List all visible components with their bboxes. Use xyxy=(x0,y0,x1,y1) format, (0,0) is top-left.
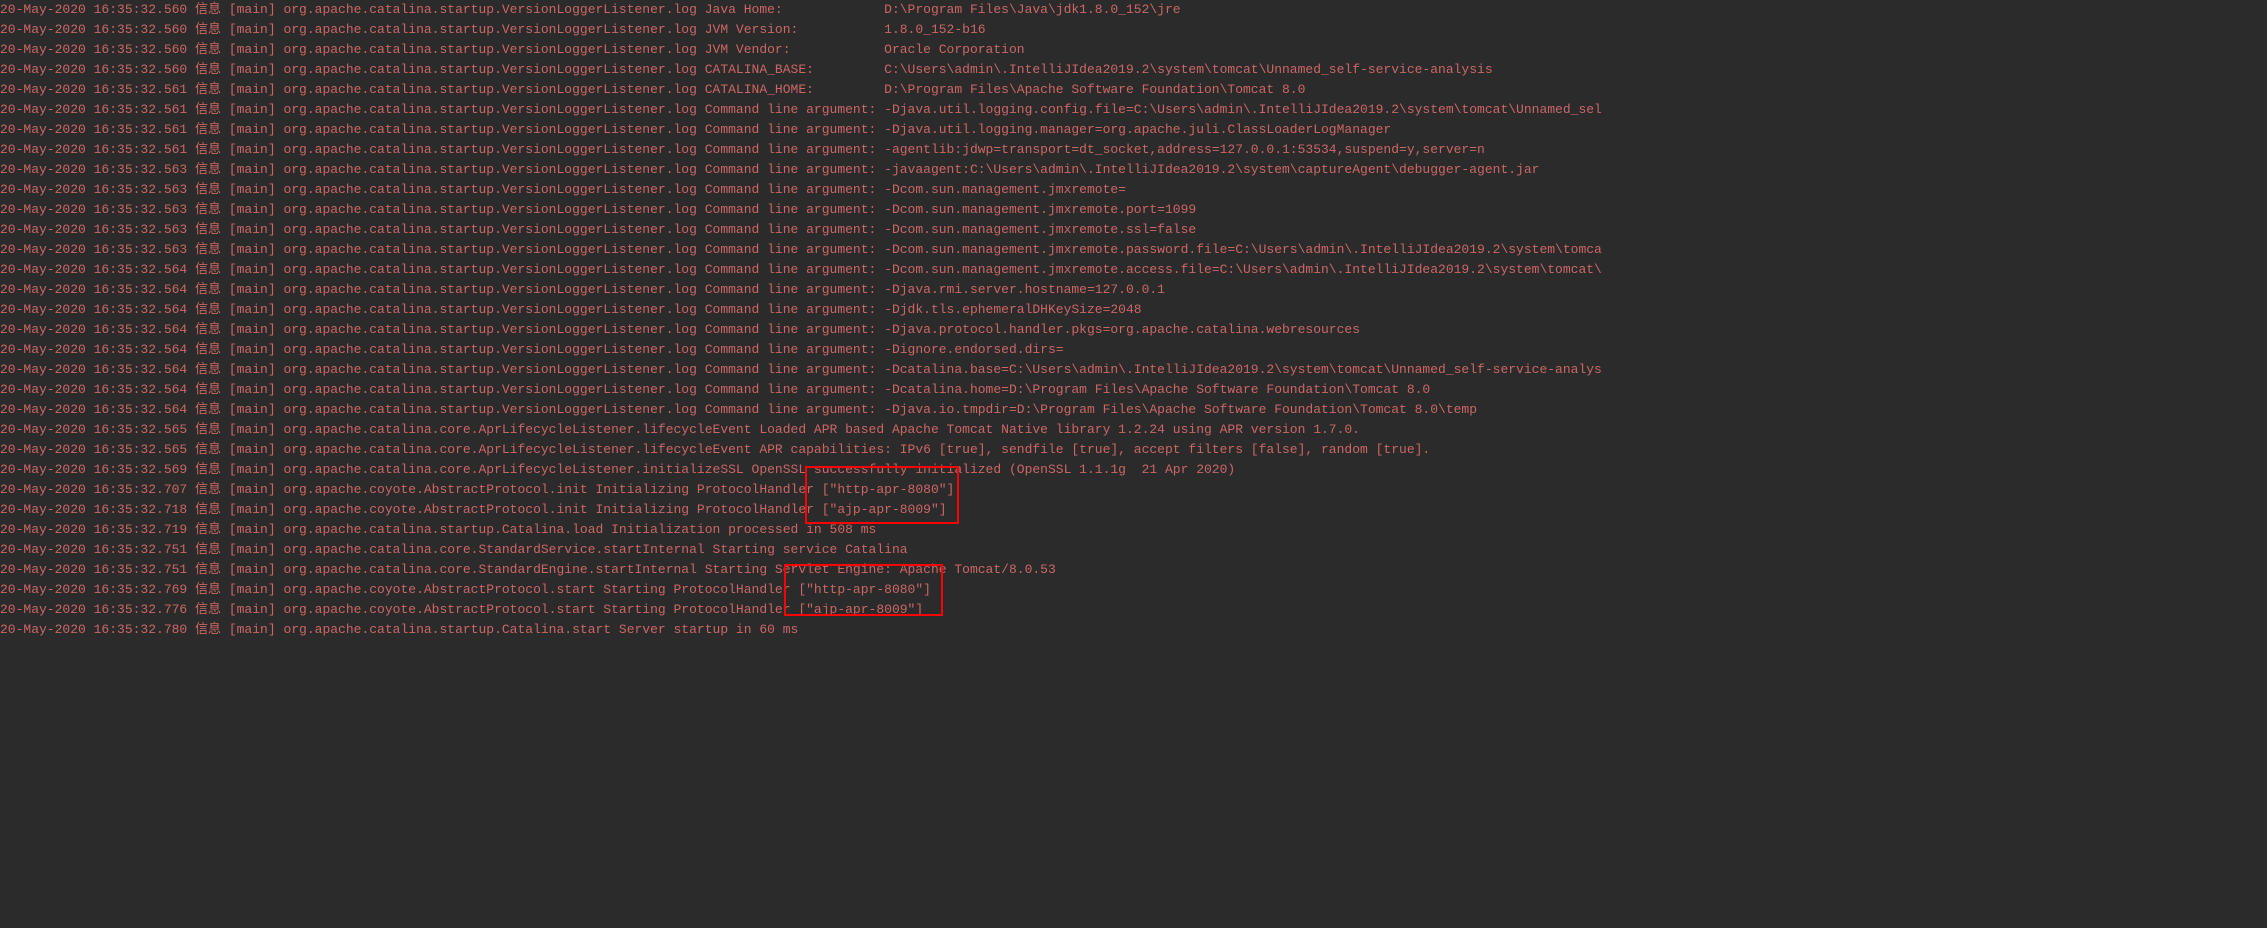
log-line[interactable]: 20-May-2020 16:35:32.561 信息 [main] org.a… xyxy=(0,140,2267,160)
log-line[interactable]: 20-May-2020 16:35:32.561 信息 [main] org.a… xyxy=(0,120,2267,140)
log-line[interactable]: 20-May-2020 16:35:32.565 信息 [main] org.a… xyxy=(0,420,2267,440)
log-line[interactable]: 20-May-2020 16:35:32.564 信息 [main] org.a… xyxy=(0,260,2267,280)
log-line[interactable]: 20-May-2020 16:35:32.780 信息 [main] org.a… xyxy=(0,620,2267,640)
log-line[interactable]: 20-May-2020 16:35:32.563 信息 [main] org.a… xyxy=(0,240,2267,260)
log-line[interactable]: 20-May-2020 16:35:32.564 信息 [main] org.a… xyxy=(0,340,2267,360)
log-line[interactable]: 20-May-2020 16:35:32.564 信息 [main] org.a… xyxy=(0,380,2267,400)
log-line[interactable]: 20-May-2020 16:35:32.718 信息 [main] org.a… xyxy=(0,500,2267,520)
log-line[interactable]: 20-May-2020 16:35:32.560 信息 [main] org.a… xyxy=(0,0,2267,20)
log-line[interactable]: 20-May-2020 16:35:32.563 信息 [main] org.a… xyxy=(0,200,2267,220)
log-line[interactable]: 20-May-2020 16:35:32.769 信息 [main] org.a… xyxy=(0,580,2267,600)
log-line[interactable]: 20-May-2020 16:35:32.569 信息 [main] org.a… xyxy=(0,460,2267,480)
log-line[interactable]: 20-May-2020 16:35:32.776 信息 [main] org.a… xyxy=(0,600,2267,620)
log-line[interactable]: 20-May-2020 16:35:32.560 信息 [main] org.a… xyxy=(0,20,2267,40)
log-line[interactable]: 20-May-2020 16:35:32.751 信息 [main] org.a… xyxy=(0,560,2267,580)
log-line[interactable]: 20-May-2020 16:35:32.563 信息 [main] org.a… xyxy=(0,220,2267,240)
log-line[interactable]: 20-May-2020 16:35:32.565 信息 [main] org.a… xyxy=(0,440,2267,460)
log-line[interactable]: 20-May-2020 16:35:32.751 信息 [main] org.a… xyxy=(0,540,2267,560)
log-line[interactable]: 20-May-2020 16:35:32.564 信息 [main] org.a… xyxy=(0,320,2267,340)
log-line[interactable]: 20-May-2020 16:35:32.564 信息 [main] org.a… xyxy=(0,400,2267,420)
log-line[interactable]: 20-May-2020 16:35:32.563 信息 [main] org.a… xyxy=(0,160,2267,180)
log-line[interactable]: 20-May-2020 16:35:32.560 信息 [main] org.a… xyxy=(0,60,2267,80)
log-output-panel[interactable]: 20-May-2020 16:35:32.560 信息 [main] org.a… xyxy=(0,0,2267,640)
log-line[interactable]: 20-May-2020 16:35:32.719 信息 [main] org.a… xyxy=(0,520,2267,540)
log-line[interactable]: 20-May-2020 16:35:32.561 信息 [main] org.a… xyxy=(0,80,2267,100)
log-line[interactable]: 20-May-2020 16:35:32.560 信息 [main] org.a… xyxy=(0,40,2267,60)
log-line[interactable]: 20-May-2020 16:35:32.564 信息 [main] org.a… xyxy=(0,300,2267,320)
log-line[interactable]: 20-May-2020 16:35:32.563 信息 [main] org.a… xyxy=(0,180,2267,200)
log-line[interactable]: 20-May-2020 16:35:32.707 信息 [main] org.a… xyxy=(0,480,2267,500)
log-line[interactable]: 20-May-2020 16:35:32.561 信息 [main] org.a… xyxy=(0,100,2267,120)
log-line[interactable]: 20-May-2020 16:35:32.564 信息 [main] org.a… xyxy=(0,360,2267,380)
log-line[interactable]: 20-May-2020 16:35:32.564 信息 [main] org.a… xyxy=(0,280,2267,300)
